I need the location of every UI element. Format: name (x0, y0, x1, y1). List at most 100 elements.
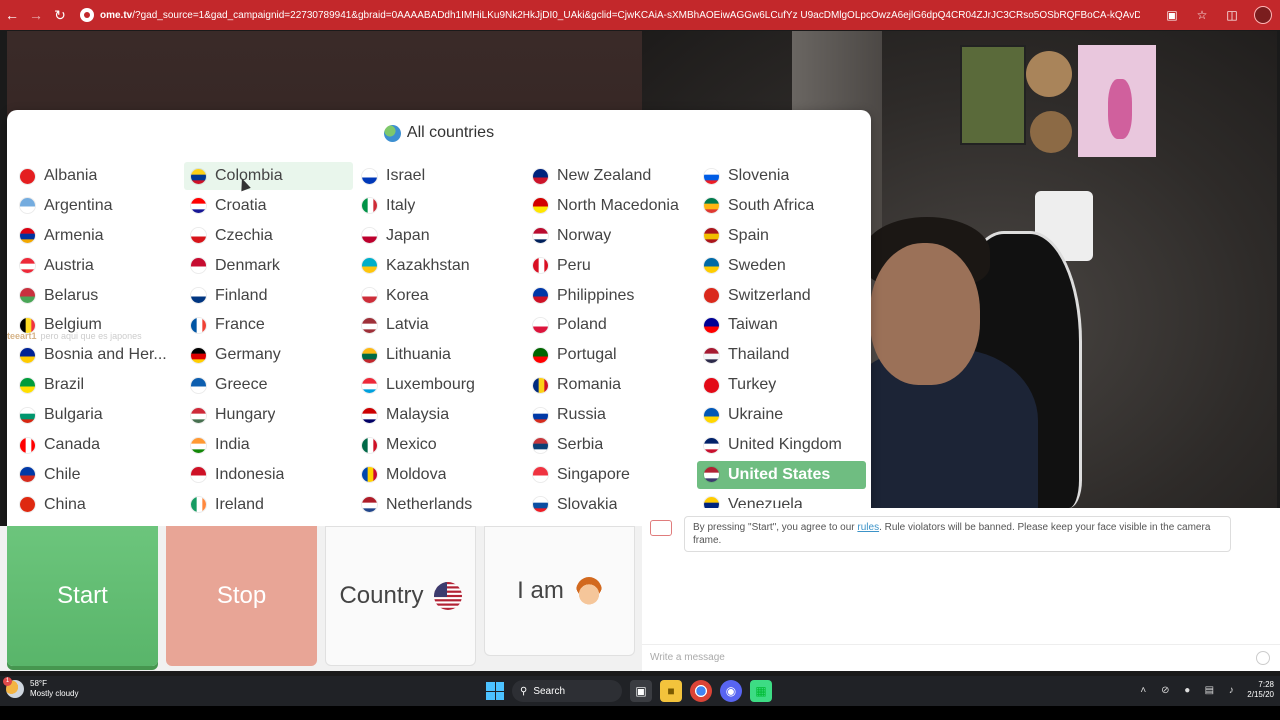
side-panel-icon[interactable]: ◫ (1224, 7, 1240, 23)
country-option[interactable]: Croatia (184, 192, 353, 220)
country-option[interactable]: Indonesia (184, 461, 353, 489)
back-icon[interactable]: ← (0, 0, 24, 30)
country-option[interactable]: India (184, 431, 353, 459)
country-option[interactable]: Slovenia (697, 162, 866, 190)
country-option[interactable]: Argentina (13, 192, 182, 220)
country-option[interactable]: Bosnia and Her... (13, 341, 182, 369)
country-option[interactable]: Luxembourg (355, 371, 524, 399)
country-option[interactable]: Philippines (526, 282, 695, 310)
chevron-up-icon[interactable]: ˄ (1137, 684, 1149, 696)
camera-off-icon[interactable]: ⊘ (1159, 684, 1171, 696)
country-option[interactable]: Japan (355, 222, 524, 250)
message-input[interactable]: Write a message (642, 644, 1280, 670)
windows-taskbar: 1 58°F Mostly cloudy ⚲ Search ▣ ■ ◉ ▦ ˄ ⊘… (0, 676, 1280, 706)
country-option[interactable]: Taiwan (697, 311, 866, 339)
country-option[interactable]: Finland (184, 282, 353, 310)
country-option[interactable]: Singapore (526, 461, 695, 489)
file-explorer-icon[interactable]: ■ (660, 680, 682, 702)
bookmark-star-icon[interactable]: ☆ (1194, 7, 1210, 23)
country-option[interactable]: Korea (355, 282, 524, 310)
country-option[interactable]: Germany (184, 341, 353, 369)
country-option[interactable]: Brazil (13, 371, 182, 399)
task-view-icon[interactable]: ▣ (630, 680, 652, 702)
message-placeholder: Write a message (650, 652, 725, 663)
country-option[interactable]: Netherlands (355, 491, 524, 519)
taskbar-search[interactable]: ⚲ Search (512, 680, 622, 702)
country-option[interactable]: Colombia (184, 162, 353, 190)
country-option[interactable]: Lithuania (355, 341, 524, 369)
country-option[interactable]: Albania (13, 162, 182, 190)
country-option[interactable]: United Kingdom (697, 431, 866, 459)
microphone-icon[interactable]: ● (1181, 684, 1193, 696)
country-name: Romania (557, 376, 622, 394)
system-clock[interactable]: 7:28 2/15/20 (1247, 680, 1274, 700)
start-button[interactable]: Start (7, 526, 158, 666)
country-option[interactable]: Thailand (697, 341, 866, 369)
country-option[interactable]: Austria (13, 252, 182, 280)
country-option[interactable]: Switzerland (697, 282, 866, 310)
country-option[interactable]: Armenia (13, 222, 182, 250)
stop-button[interactable]: Stop (166, 526, 317, 666)
country-option[interactable]: Kazakhstan (355, 252, 524, 280)
country-option[interactable]: Moldova (355, 461, 524, 489)
country-option[interactable]: Turkey (697, 371, 866, 399)
clock-time: 7:28 (1258, 680, 1274, 689)
country-option[interactable]: Sweden (697, 252, 866, 280)
wall-hat (1030, 111, 1072, 153)
weather-widget[interactable]: 1 58°F Mostly cloudy (3, 677, 78, 699)
country-option[interactable]: Czechia (184, 222, 353, 250)
country-option[interactable]: Belarus (13, 282, 182, 310)
country-option[interactable]: Mexico (355, 431, 524, 459)
country-option[interactable]: United States (697, 460, 866, 489)
country-option[interactable]: Israel (355, 162, 524, 190)
country-name: Mexico (386, 436, 437, 454)
country-option[interactable]: France (184, 311, 353, 339)
country-option[interactable]: China (13, 491, 182, 519)
screen-bottom-edge (0, 706, 1280, 720)
flag-icon (19, 197, 36, 215)
country-option[interactable]: Bulgaria (13, 401, 182, 429)
country-option[interactable]: Canada (13, 431, 182, 459)
address-bar[interactable]: ome.tv/?gad_source=1&gad_campaignid=2273… (80, 4, 1140, 26)
country-option[interactable]: Latvia (355, 311, 524, 339)
discord-icon[interactable]: ◉ (720, 680, 742, 702)
country-button[interactable]: Country (325, 526, 476, 666)
country-option[interactable]: South Africa (697, 192, 866, 220)
forward-icon[interactable]: → (24, 0, 48, 30)
country-option[interactable]: Malaysia (355, 401, 524, 429)
country-option[interactable]: Greece (184, 371, 353, 399)
volume-icon[interactable]: ♪ (1225, 684, 1237, 696)
country-option[interactable]: Ireland (184, 491, 353, 519)
flag-icon (19, 227, 36, 245)
country-option[interactable]: Russia (526, 401, 695, 429)
profile-avatar[interactable] (1254, 6, 1272, 24)
rules-link[interactable]: rules (857, 522, 879, 533)
all-countries-option[interactable]: All countries (7, 122, 871, 144)
emoji-icon[interactable] (1256, 651, 1270, 665)
active-app-icon[interactable]: ▦ (750, 680, 772, 702)
country-option[interactable]: Portugal (526, 341, 695, 369)
country-option[interactable]: Hungary (184, 401, 353, 429)
country-option[interactable]: Spain (697, 222, 866, 250)
flag-icon (190, 197, 207, 215)
country-option[interactable]: New Zealand (526, 162, 695, 190)
network-icon[interactable]: ▤ (1203, 684, 1215, 696)
flag-icon (532, 167, 549, 185)
country-option[interactable]: North Macedonia (526, 192, 695, 220)
country-option[interactable]: Norway (526, 222, 695, 250)
country-option[interactable]: Ukraine (697, 401, 866, 429)
country-option[interactable]: Peru (526, 252, 695, 280)
country-option[interactable]: Italy (355, 192, 524, 220)
country-option[interactable]: Romania (526, 371, 695, 399)
country-option[interactable]: Denmark (184, 252, 353, 280)
country-option[interactable]: Chile (13, 461, 182, 489)
url-text[interactable]: ome.tv/?gad_source=1&gad_campaignid=2273… (100, 10, 1140, 21)
country-option[interactable]: Poland (526, 311, 695, 339)
reload-icon[interactable]: ↻ (48, 0, 72, 30)
i-am-button[interactable]: I am (484, 526, 635, 656)
site-info-icon[interactable] (80, 8, 94, 22)
country-option[interactable]: Serbia (526, 431, 695, 459)
windows-start-icon[interactable] (486, 682, 504, 700)
install-app-icon[interactable]: ▣ (1164, 7, 1180, 23)
chrome-icon[interactable] (690, 680, 712, 702)
